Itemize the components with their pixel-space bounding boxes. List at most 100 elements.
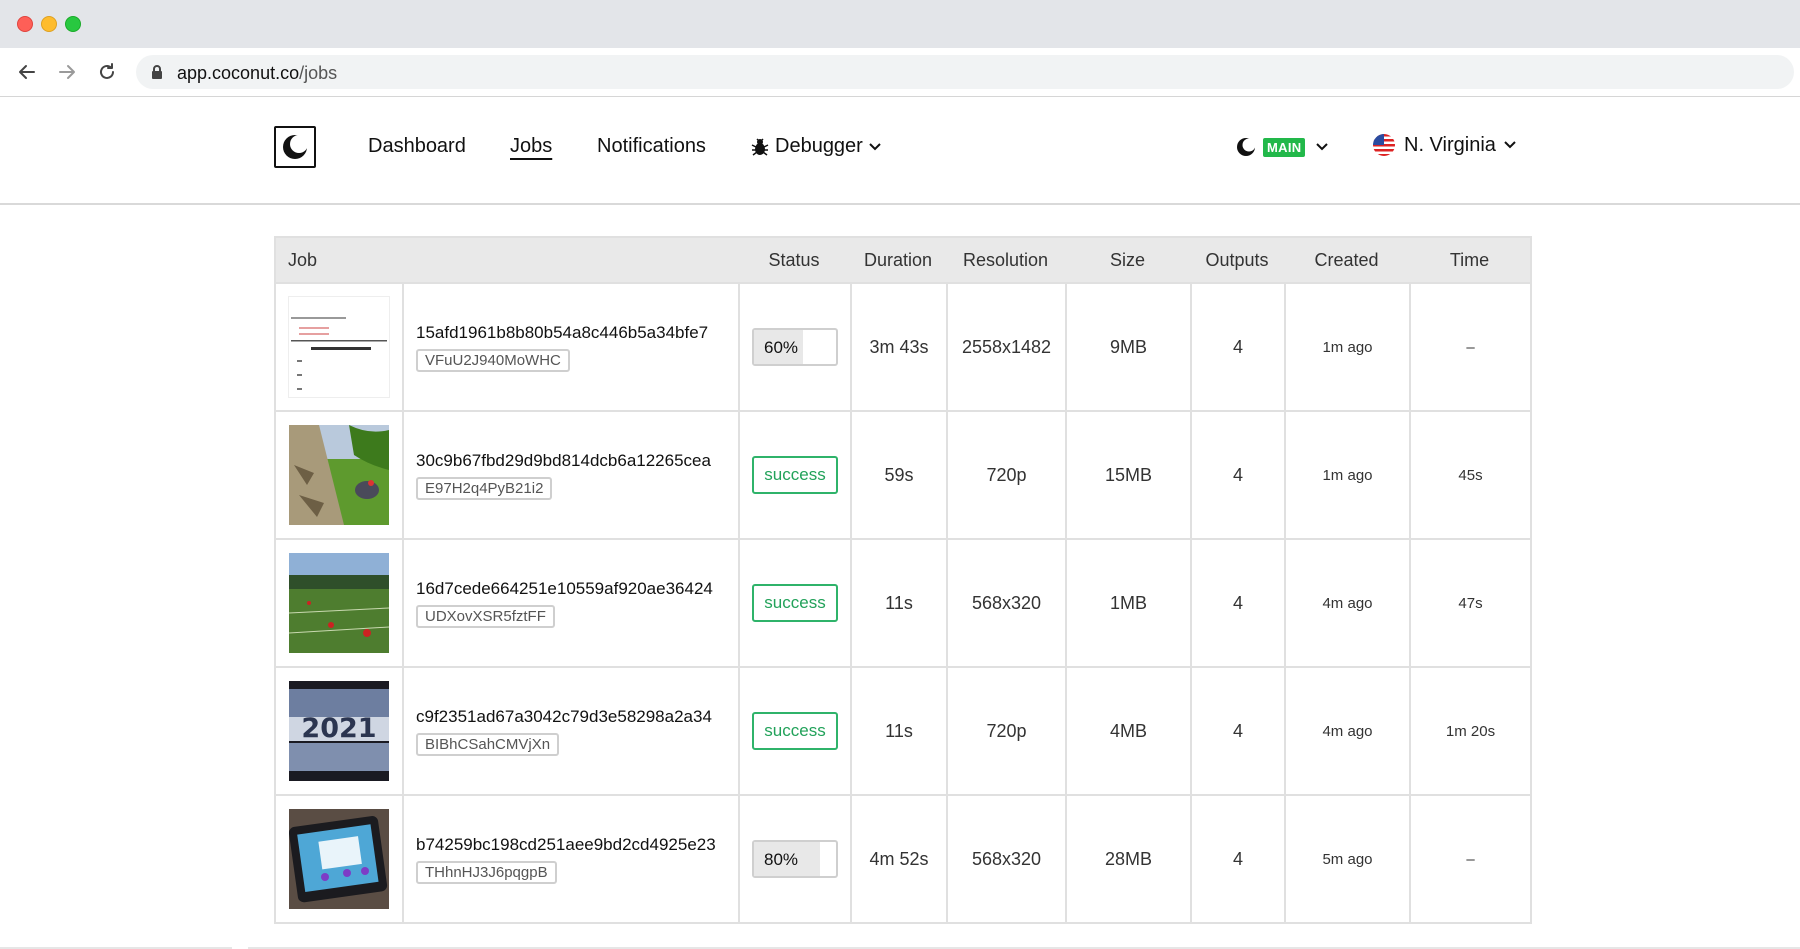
time-cell: 45s <box>1409 412 1530 538</box>
time-cell: 1m 20s <box>1409 668 1530 794</box>
bug-icon <box>751 137 769 156</box>
status-cell: success <box>738 540 850 666</box>
header-time: Time <box>1449 249 1490 270</box>
table-row[interactable]: 16d7cede664251e10559af920ae36424 UDXovXS… <box>276 538 1530 666</box>
progress-indicator: 60% <box>752 328 838 366</box>
header-outputs: Outputs <box>1205 249 1269 270</box>
job-id-link[interactable]: 30c9b67fbd29d9bd814dcb6a12265cea <box>416 451 711 471</box>
job-tag: E97H2q4PyB21i2 <box>416 476 553 500</box>
header-status: Status <box>768 249 820 270</box>
thumbnail-cell <box>276 796 402 922</box>
resolution-cell: 568x320 <box>946 796 1065 922</box>
status-cell: success <box>738 668 850 794</box>
job-thumbnail[interactable] <box>289 809 389 909</box>
status-cell: 60% <box>738 284 850 410</box>
duration-cell: 59s <box>850 412 946 538</box>
job-thumbnail[interactable] <box>289 425 389 525</box>
nav-debugger[interactable]: Debugger <box>751 135 881 158</box>
size-cell: 4MB <box>1065 668 1190 794</box>
url-text: app.coconut.co/jobs <box>177 63 337 84</box>
job-tag: BIBhCSahCMVjXn <box>416 732 560 756</box>
time-cell: – <box>1409 284 1530 410</box>
back-button[interactable] <box>12 57 42 87</box>
thumbnail-cell <box>276 540 402 666</box>
address-bar[interactable]: app.coconut.co/jobs <box>136 55 1794 89</box>
resolution-cell: 720p <box>946 412 1065 538</box>
status-badge: success <box>752 456 838 494</box>
outputs-cell: 4 <box>1190 284 1284 410</box>
us-flag-icon <box>1373 134 1395 156</box>
job-thumbnail[interactable] <box>288 296 390 398</box>
moon-logo-icon <box>283 135 308 159</box>
progress-indicator: 80% <box>752 840 838 878</box>
outputs-cell: 4 <box>1190 540 1284 666</box>
job-thumbnail[interactable] <box>289 553 389 653</box>
nav-jobs[interactable]: Jobs <box>510 135 552 158</box>
size-cell: 1MB <box>1065 540 1190 666</box>
header-duration: Duration <box>863 249 933 270</box>
status-badge: success <box>752 712 838 750</box>
progress-label: 80% <box>764 850 799 869</box>
duration-cell: 11s <box>850 668 946 794</box>
job-cell: c9f2351ad67a3042c79d3e58298a2a34 BIBhCSa… <box>402 668 738 794</box>
region-selector[interactable]: N. Virginia <box>1372 133 1516 157</box>
maximize-window-button[interactable] <box>65 16 81 32</box>
created-cell: 1m ago <box>1284 284 1409 410</box>
thumbnail-year-text: 2021 <box>301 713 376 744</box>
table-header: Job Status Duration Resolution Size Outp… <box>276 238 1530 282</box>
forward-button[interactable] <box>52 57 82 87</box>
job-id-link[interactable]: c9f2351ad67a3042c79d3e58298a2a34 <box>416 707 712 727</box>
chevron-down-icon <box>1316 143 1329 151</box>
job-id-link[interactable]: 16d7cede664251e10559af920ae36424 <box>416 579 713 599</box>
job-thumbnail[interactable]: 2021 <box>289 681 389 781</box>
reload-button[interactable] <box>92 57 122 87</box>
close-window-button[interactable] <box>17 16 33 32</box>
duration-cell: 3m 43s <box>850 284 946 410</box>
nav-dashboard[interactable]: Dashboard <box>368 135 466 158</box>
job-cell: 15afd1961b8b80b54a8c446b5a34bfe7 VFuU2J9… <box>402 284 738 410</box>
job-id-link[interactable]: 15afd1961b8b80b54a8c446b5a34bfe7 <box>416 323 708 343</box>
job-tag: UDXovXSR5fztFF <box>416 604 555 628</box>
duration-cell: 11s <box>850 540 946 666</box>
status-cell: success <box>738 412 850 538</box>
browser-titlebar <box>0 0 1800 48</box>
size-cell: 9MB <box>1065 284 1190 410</box>
chevron-down-icon <box>869 142 881 150</box>
created-cell: 4m ago <box>1284 668 1409 794</box>
job-cell: 30c9b67fbd29d9bd814dcb6a12265cea E97H2q4… <box>402 412 738 538</box>
environment-selector[interactable]: MAIN <box>1236 137 1329 157</box>
header-job: Job <box>288 249 318 270</box>
table-row[interactable]: 30c9b67fbd29d9bd814dcb6a12265cea E97H2q4… <box>276 410 1530 538</box>
table-row[interactable]: 15afd1961b8b80b54a8c446b5a34bfe7 VFuU2J9… <box>276 282 1530 410</box>
resolution-cell: 568x320 <box>946 540 1065 666</box>
job-cell: b74259bc198cd251aee9bd2cd4925e23 THhnHJ3… <box>402 796 738 922</box>
minimize-window-button[interactable] <box>41 16 57 32</box>
resolution-cell: 720p <box>946 668 1065 794</box>
job-tag: THhnHJ3J6pqgpB <box>416 860 557 884</box>
jobs-table: Job Status Duration Resolution Size Outp… <box>274 236 1532 924</box>
url-path: /jobs <box>299 63 338 83</box>
outputs-cell: 4 <box>1190 796 1284 922</box>
header-created: Created <box>1314 249 1379 270</box>
size-cell: 15MB <box>1065 412 1190 538</box>
created-cell: 5m ago <box>1284 796 1409 922</box>
time-cell: – <box>1409 796 1530 922</box>
thumbnail-cell: 2021 <box>276 668 402 794</box>
url-host: app.coconut.co <box>177 63 300 83</box>
nav-notifications[interactable]: Notifications <box>597 135 706 158</box>
lock-icon <box>152 65 162 79</box>
table-row[interactable]: b74259bc198cd251aee9bd2cd4925e23 THhnHJ3… <box>276 794 1530 922</box>
time-cell: 47s <box>1409 540 1530 666</box>
created-cell: 1m ago <box>1284 412 1409 538</box>
thumbnail-cell <box>276 284 402 410</box>
region-label: N. Virginia <box>1404 133 1496 156</box>
header-resolution: Resolution <box>962 249 1049 270</box>
header-size: Size <box>1109 249 1145 270</box>
thumbnail-cell <box>276 412 402 538</box>
created-cell: 4m ago <box>1284 540 1409 666</box>
outputs-cell: 4 <box>1190 668 1284 794</box>
reload-icon <box>100 63 114 79</box>
coconut-logo[interactable] <box>274 126 316 168</box>
job-id-link[interactable]: b74259bc198cd251aee9bd2cd4925e23 <box>416 835 716 855</box>
table-row[interactable]: 2021 c9f2351ad67a3042c79d3e58298a2a34 BI… <box>276 666 1530 794</box>
